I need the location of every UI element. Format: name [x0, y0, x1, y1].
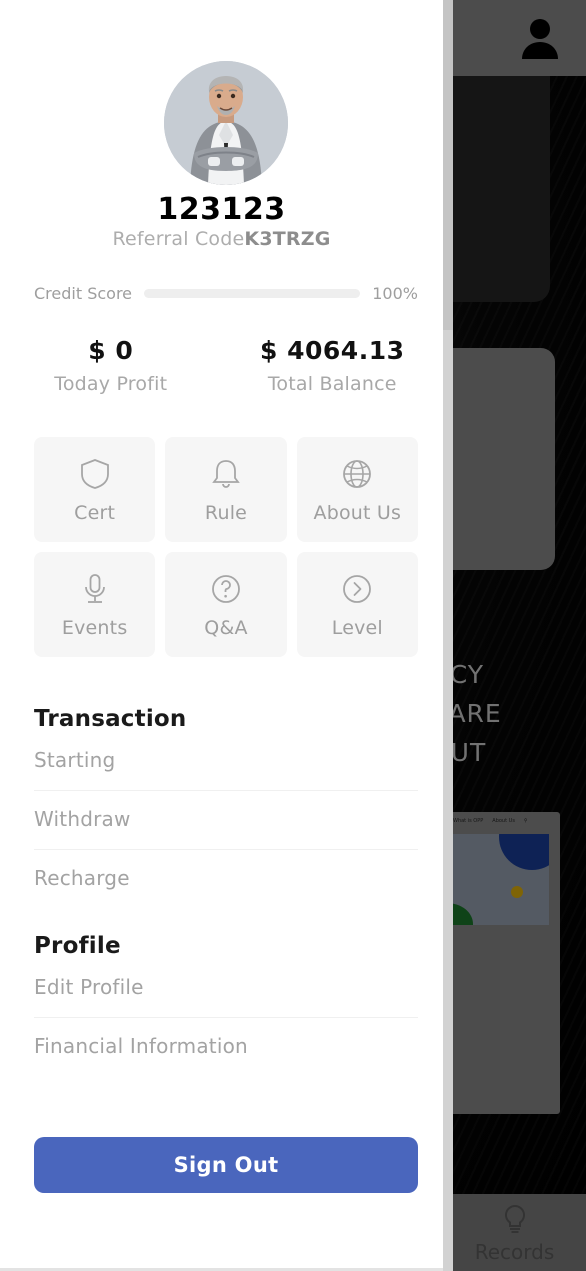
page-scrollbar-thumb[interactable] [443, 0, 453, 330]
avatar-image [164, 61, 288, 185]
tile-rule[interactable]: Rule [165, 437, 287, 542]
tile-label: Level [331, 616, 383, 639]
microphone-icon [84, 573, 105, 603]
bell-icon [212, 459, 240, 488]
tile-label: About Us [313, 501, 402, 524]
question-circle-icon [212, 574, 240, 603]
background-nav-link[interactable]: OUT [430, 733, 586, 772]
menu-item-edit-profile[interactable]: Edit Profile [34, 959, 418, 1018]
sign-out-button[interactable]: Sign Out [34, 1137, 418, 1193]
section-title: Profile [34, 933, 121, 959]
menu-item-recharge[interactable]: Recharge [34, 850, 418, 908]
stat-total-balance: $ 4064.13 Total Balance [222, 336, 444, 395]
referral-code-row[interactable]: Referral CodeK3TRZG [0, 228, 443, 250]
stat-today-profit: $ 0 Today Profit [0, 336, 222, 395]
tile-about-us[interactable]: About Us [296, 437, 418, 542]
profile-drawer: 123123 Referral CodeK3TRZG Credit Score … [0, 0, 443, 1271]
app-root: s, talents es that oring our individu- y… [0, 0, 586, 1271]
phone-nav-item: About Us [492, 818, 515, 824]
stat-value: $ 0 [88, 336, 134, 365]
search-icon: ⚲ [523, 818, 528, 824]
chevron-right-circle-icon [343, 574, 372, 603]
phone-nav-item: What is OPP [453, 818, 484, 824]
tab-label-records: Records [474, 1239, 555, 1264]
tile-label: Events [61, 616, 128, 639]
quick-actions-grid: Cert Rule About Us Events Q&A Level [34, 437, 418, 657]
shield-icon [80, 458, 109, 489]
decorative-blue-shape [499, 834, 549, 870]
menu-item-financial-information[interactable]: Financial Information [34, 1018, 418, 1076]
menu-item-starting[interactable]: Starting [34, 732, 418, 791]
background-tab-records[interactable]: Records [443, 1194, 586, 1271]
decorative-yellow-dot [511, 886, 523, 898]
credit-score-progressbar [144, 289, 361, 298]
tile-events[interactable]: Events [34, 552, 156, 657]
globe-icon [343, 459, 372, 488]
tile-label: Cert [74, 501, 116, 524]
tile-label: Q&A [204, 616, 248, 639]
background-nav-link[interactable]: CARE [430, 694, 586, 733]
section-transaction: Transaction Starting Withdraw Recharge [34, 706, 418, 908]
section-profile: Profile Edit Profile Financial Informati… [34, 933, 418, 1076]
phone-mockup-hero [445, 834, 549, 925]
credit-score-label: Credit Score [34, 284, 133, 303]
avatar[interactable] [164, 61, 288, 185]
tile-cert[interactable]: Cert [34, 437, 156, 542]
phone-mockup-nav: What is OPP About Us ⚲ [445, 812, 560, 830]
tile-level[interactable]: Level [296, 552, 418, 657]
referral-code-value: K3TRZG [244, 228, 331, 250]
background-phone-mockup: What is OPP About Us ⚲ [445, 812, 560, 1114]
referral-code-label: Referral Code [112, 228, 245, 250]
stat-value: $ 4064.13 [260, 336, 405, 365]
stat-caption: Today Profit [54, 373, 168, 395]
lightbulb-icon [504, 1204, 525, 1233]
section-title: Transaction [34, 706, 187, 732]
stats-row: $ 0 Today Profit $ 4064.13 Total Balance [0, 336, 443, 395]
background-nav-link[interactable]: NCY [430, 655, 586, 694]
credit-score-row: Credit Score 100% [34, 284, 418, 303]
credit-score-percent: 100% [372, 284, 418, 303]
menu-item-withdraw[interactable]: Withdraw [34, 791, 418, 850]
person-icon[interactable] [516, 14, 564, 62]
page-title: 123123 [157, 192, 286, 227]
stat-caption: Total Balance [267, 373, 397, 395]
background-nav-links: NCY CARE OUT [430, 655, 586, 772]
tile-qa[interactable]: Q&A [165, 552, 287, 657]
tile-label: Rule [204, 501, 248, 524]
